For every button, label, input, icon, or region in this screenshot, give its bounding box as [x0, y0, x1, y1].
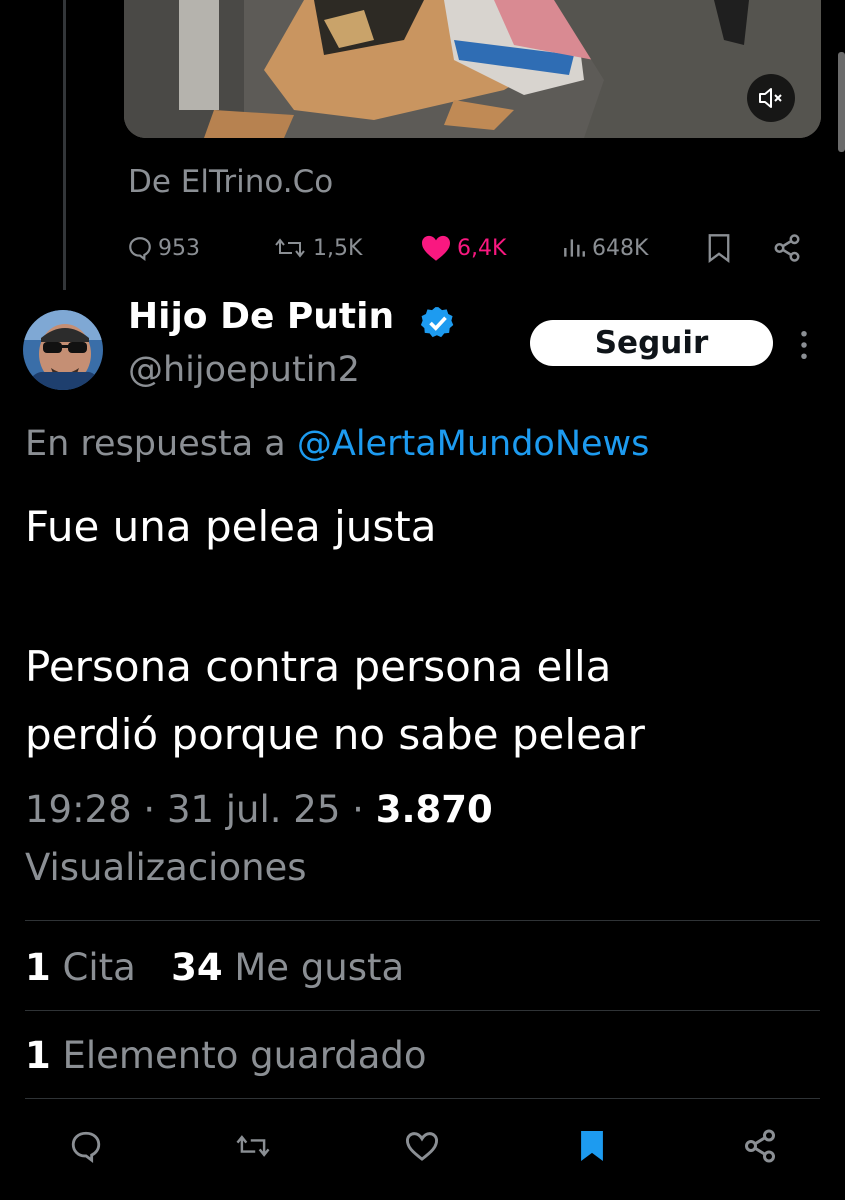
quoted-like-count-label: 6,4K [457, 235, 507, 261]
quoted-repost-count[interactable]: 1,5K [272, 230, 362, 266]
quoted-bookmark-button[interactable] [706, 230, 737, 266]
divider [25, 1010, 820, 1011]
reply-context: En respuesta a @AlertaMundoNews [25, 424, 649, 464]
avatar-image [23, 310, 103, 390]
quotes-stat[interactable]: 1 Cita [25, 946, 136, 989]
share-button[interactable] [736, 1122, 784, 1170]
share-icon [774, 234, 800, 262]
thread-line [63, 0, 66, 290]
quotes-count: 1 [25, 946, 51, 989]
separator-dot: · [143, 788, 156, 831]
reply-icon [71, 1131, 101, 1163]
views-label: Visualizaciones [25, 846, 307, 889]
bookmark-icon [708, 234, 730, 263]
quoted-reply-count-label: 953 [158, 235, 200, 261]
quoted-view-count-label: 648K [592, 235, 649, 261]
follow-button[interactable]: Seguir [530, 320, 773, 366]
tweet-meta: 19:28 · 31 jul. 25 · 3.870 [25, 788, 493, 831]
repost-icon [275, 238, 305, 258]
video-frame [124, 0, 821, 138]
reply-prefix: En respuesta a [25, 424, 286, 464]
quoted-reply-count[interactable]: 953 [127, 230, 200, 266]
likes-label: Me gusta [234, 946, 405, 989]
muted-speaker-icon [759, 88, 782, 108]
bookmarks-count: 1 [25, 1034, 51, 1077]
bookmarks-label: Elemento guardado [62, 1034, 427, 1077]
author-name[interactable]: Hijo De Putin [128, 296, 394, 337]
like-button[interactable] [398, 1122, 446, 1170]
avatar[interactable] [23, 310, 103, 390]
quotes-label: Cita [62, 946, 136, 989]
like-icon [405, 1132, 439, 1161]
share-icon [745, 1129, 775, 1163]
engagement-stats: 1 Cita 34 Me gusta [25, 946, 404, 989]
bookmark-filled-icon [581, 1131, 603, 1161]
repost-icon [236, 1135, 270, 1157]
likes-count: 34 [171, 946, 223, 989]
heart-filled-icon [422, 235, 450, 261]
quote-source[interactable]: De ElTrino.Co [128, 164, 333, 200]
quoted-view-count[interactable]: 648K [561, 230, 648, 266]
analytics-icon [564, 239, 585, 257]
quoted-like-count[interactable]: 6,4K [420, 230, 506, 266]
separator-dot: · [352, 788, 364, 831]
views-count: 3.870 [375, 788, 493, 831]
quoted-share-button[interactable] [772, 230, 807, 266]
tweet-text-line-1: Fue una pelea justa [25, 502, 437, 551]
divider [25, 920, 820, 921]
scrollbar[interactable] [838, 52, 845, 152]
bookmark-button[interactable] [568, 1122, 616, 1170]
tweet-date[interactable]: 31 jul. 25 [167, 788, 340, 831]
quoted-video[interactable] [124, 0, 821, 138]
divider [25, 1098, 820, 1099]
mute-button[interactable] [747, 74, 795, 122]
reply-button[interactable] [62, 1122, 110, 1170]
tweet-time[interactable]: 19:28 [25, 788, 132, 831]
reply-icon [129, 237, 151, 261]
tweet-text-line-3: perdió porque no sabe pelear [25, 710, 645, 759]
tweet-text-line-2: Persona contra persona ella [25, 642, 612, 691]
bookmarks-stat[interactable]: 1 Elemento guardado [25, 1034, 427, 1077]
quoted-repost-count-label: 1,5K [313, 235, 363, 261]
reply-mention-link[interactable]: @AlertaMundoNews [297, 424, 650, 464]
likes-stat[interactable]: 34 Me gusta [171, 946, 404, 989]
verified-badge-icon [420, 305, 456, 345]
more-options-icon[interactable] [797, 330, 811, 364]
author-handle[interactable]: @hijoeputin2 [128, 350, 360, 390]
repost-button[interactable] [229, 1122, 277, 1170]
